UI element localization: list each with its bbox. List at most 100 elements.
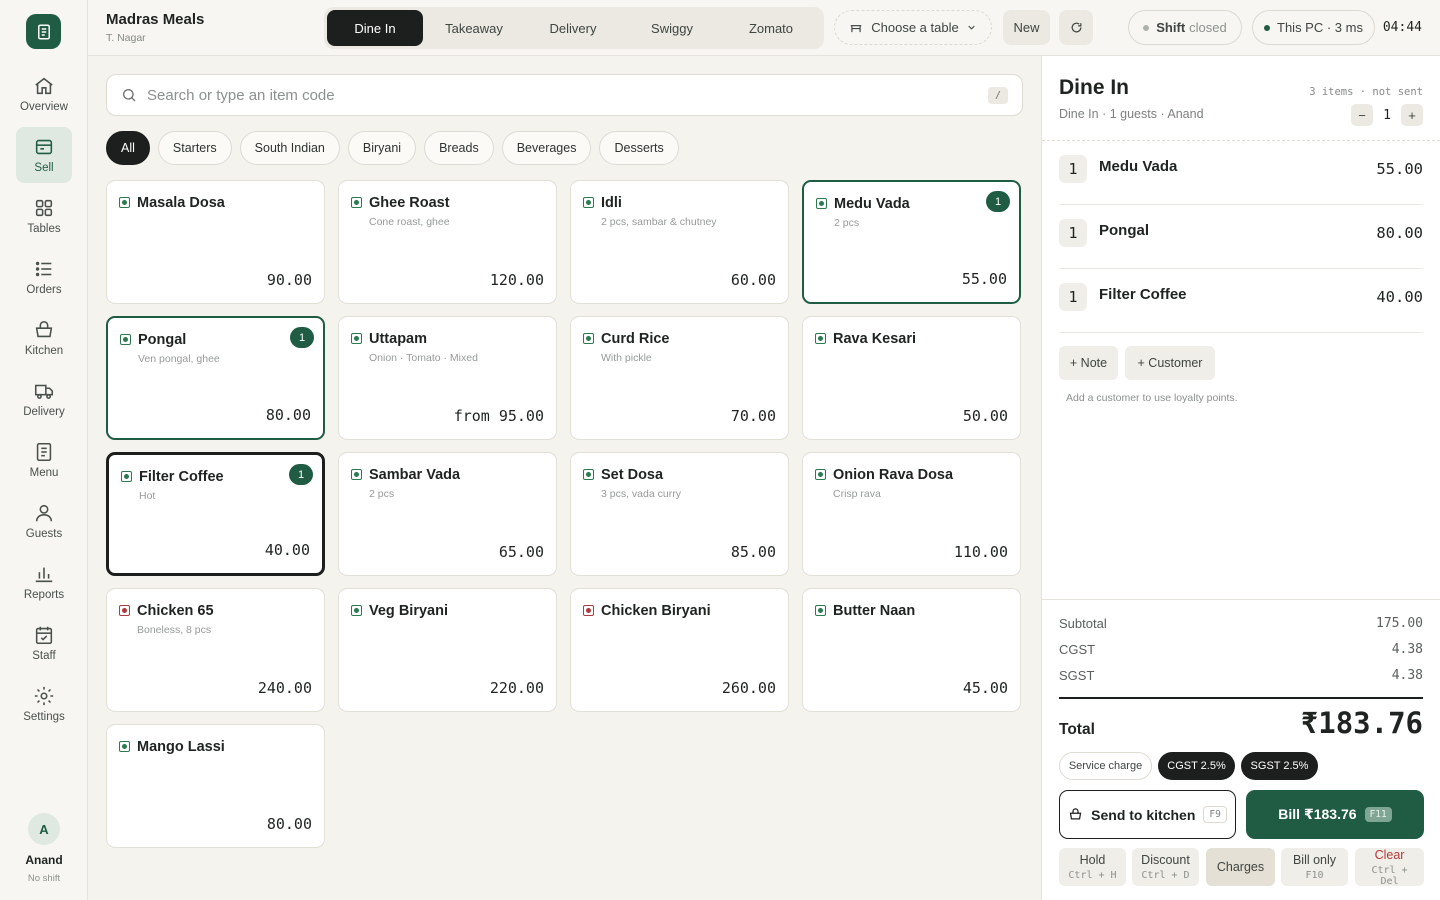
sidebar-nav: Overview Sell Tables Orders Kitchen Deli… bbox=[0, 66, 88, 737]
menu-item-card[interactable]: Pongal Ven pongal, ghee 1 80.00 bbox=[106, 316, 325, 440]
cgst-row: CGST 4.38 bbox=[1059, 642, 1423, 657]
choose-table-button[interactable]: Choose a table bbox=[834, 10, 992, 45]
cgst-toggle[interactable]: CGST 2.5% bbox=[1158, 752, 1235, 780]
shift-status-pill[interactable]: Shift closed bbox=[1128, 10, 1242, 45]
sgst-label: SGST bbox=[1059, 668, 1095, 683]
menu-item-card[interactable]: Mango Lassi 80.00 bbox=[106, 724, 325, 848]
guest-increment-button[interactable]: + bbox=[1401, 104, 1423, 126]
menu-item-card[interactable]: Onion Rava Dosa Crisp rava 110.00 bbox=[802, 452, 1021, 576]
menu-item-card[interactable]: Chicken Biryani 260.00 bbox=[570, 588, 789, 712]
veg-indicator-icon bbox=[351, 469, 362, 480]
tab-swiggy[interactable]: Swiggy bbox=[624, 10, 720, 46]
menu-item-card[interactable]: Rava Kesari 50.00 bbox=[802, 316, 1021, 440]
category-chip-south-indian[interactable]: South Indian bbox=[239, 131, 340, 165]
sidebar-item-kitchen[interactable]: Kitchen bbox=[16, 310, 72, 366]
new-order-button[interactable]: New bbox=[1003, 10, 1050, 45]
clear-button[interactable]: Clear Ctrl + Del bbox=[1355, 848, 1424, 887]
nonveg-indicator-icon bbox=[583, 605, 594, 616]
category-chip-breads[interactable]: Breads bbox=[424, 131, 494, 165]
avatar: A bbox=[28, 813, 60, 845]
menu-item-name: Filter Coffee bbox=[139, 469, 224, 485]
sidebar-item-tables[interactable]: Tables bbox=[16, 188, 72, 244]
sidebar-item-label: Orders bbox=[26, 284, 62, 296]
hold-button[interactable]: Hold Ctrl + H bbox=[1059, 848, 1126, 886]
device-status-pill[interactable]: This PC · 3 ms bbox=[1252, 10, 1375, 45]
menu-item-name: Pongal bbox=[138, 332, 187, 348]
menu-item-name: Medu Vada bbox=[834, 196, 910, 212]
service-charge-toggle[interactable]: Service charge bbox=[1059, 752, 1152, 780]
menu-item-price: from 95.00 bbox=[453, 407, 544, 425]
bill-only-button[interactable]: Bill only F10 bbox=[1281, 848, 1348, 886]
tab-zomato[interactable]: Zomato bbox=[723, 10, 819, 46]
menu-item-card[interactable]: Veg Biryani 220.00 bbox=[338, 588, 557, 712]
menu-item-card[interactable]: Butter Naan 45.00 bbox=[802, 588, 1021, 712]
sidebar-item-orders[interactable]: Orders bbox=[16, 249, 72, 305]
cart-quantity-badge: 1 bbox=[289, 464, 313, 485]
menu-item-card[interactable]: Uttapam Onion · Tomato · Mixed from 95.00 bbox=[338, 316, 557, 440]
charges-button[interactable]: Charges bbox=[1206, 848, 1275, 886]
send-to-kitchen-label: Send to kitchen bbox=[1091, 806, 1196, 823]
tab-dine-in[interactable]: Dine In bbox=[327, 10, 423, 46]
search-input[interactable] bbox=[147, 86, 988, 104]
nonveg-indicator-icon bbox=[119, 605, 130, 616]
category-chip-all[interactable]: All bbox=[106, 131, 150, 165]
order-line[interactable]: 1 Filter Coffee 40.00 bbox=[1059, 269, 1423, 333]
veg-indicator-icon bbox=[119, 197, 130, 208]
tab-takeaway[interactable]: Takeaway bbox=[426, 10, 522, 46]
menu-item-name: Idli bbox=[601, 195, 622, 211]
sidebar-item-menu[interactable]: Menu bbox=[16, 432, 72, 488]
refresh-button[interactable] bbox=[1059, 10, 1093, 45]
menu-item-card[interactable]: Medu Vada 2 pcs 1 55.00 bbox=[802, 180, 1021, 304]
sidebar-item-sell[interactable]: Sell bbox=[16, 127, 72, 183]
sidebar-item-label: Menu bbox=[29, 467, 59, 479]
tab-delivery[interactable]: Delivery bbox=[525, 10, 621, 46]
menu-item-card[interactable]: Masala Dosa 90.00 bbox=[106, 180, 325, 304]
order-line-qty[interactable]: 1 bbox=[1059, 155, 1087, 183]
menu-item-card[interactable]: Idli 2 pcs, sambar & chutney 60.00 bbox=[570, 180, 789, 304]
connection-dot bbox=[1264, 24, 1271, 31]
order-line-price: 80.00 bbox=[1376, 224, 1423, 242]
sidebar-item-label: Settings bbox=[23, 711, 65, 723]
sidebar-item-delivery[interactable]: Delivery bbox=[16, 371, 72, 427]
menu-item-card[interactable]: Sambar Vada 2 pcs 65.00 bbox=[338, 452, 557, 576]
menu-item-card[interactable]: Chicken 65 Boneless, 8 pcs 240.00 bbox=[106, 588, 325, 712]
bill-button[interactable]: Bill ₹183.76 F11 bbox=[1246, 790, 1424, 839]
sgst-toggle[interactable]: SGST 2.5% bbox=[1241, 752, 1318, 780]
order-line[interactable]: 1 Pongal 80.00 bbox=[1059, 205, 1423, 269]
veg-indicator-icon bbox=[815, 333, 826, 344]
order-line-qty[interactable]: 1 bbox=[1059, 219, 1087, 247]
person-icon bbox=[35, 504, 53, 522]
category-chip-starters[interactable]: Starters bbox=[157, 131, 232, 165]
search-bar[interactable]: / bbox=[106, 74, 1023, 116]
send-to-kitchen-button[interactable]: Send to kitchen F9 bbox=[1059, 790, 1236, 839]
user-profile[interactable]: A Anand No shift bbox=[0, 813, 88, 884]
category-chip-beverages[interactable]: Beverages bbox=[501, 131, 592, 165]
veg-indicator-icon bbox=[815, 469, 826, 480]
total-value: ₹183.76 bbox=[1300, 706, 1423, 740]
menu-item-card[interactable]: Set Dosa 3 pcs, vada curry 85.00 bbox=[570, 452, 789, 576]
category-chip-desserts[interactable]: Desserts bbox=[599, 131, 679, 165]
app-logo[interactable] bbox=[26, 14, 61, 49]
grid-icon bbox=[35, 199, 53, 217]
sidebar-item-staff[interactable]: Staff bbox=[16, 615, 72, 671]
order-line-qty[interactable]: 1 bbox=[1059, 283, 1087, 311]
sidebar-item-reports[interactable]: Reports bbox=[16, 554, 72, 610]
discount-button[interactable]: Discount Ctrl + D bbox=[1132, 848, 1199, 886]
basket-icon bbox=[35, 320, 53, 338]
menu-item-card[interactable]: Curd Rice With pickle 70.00 bbox=[570, 316, 789, 440]
loyalty-hint: Add a customer to use loyalty points. bbox=[1066, 392, 1238, 404]
menu-item-price: 80.00 bbox=[265, 406, 311, 424]
add-note-button[interactable]: + Note bbox=[1059, 346, 1118, 380]
add-customer-button[interactable]: + Customer bbox=[1125, 346, 1215, 380]
sidebar-item-guests[interactable]: Guests bbox=[16, 493, 72, 549]
sidebar-item-overview[interactable]: Overview bbox=[16, 66, 72, 122]
order-line[interactable]: 1 Medu Vada 55.00 bbox=[1059, 141, 1423, 205]
menu-item-card[interactable]: Ghee Roast Cone roast, ghee 120.00 bbox=[338, 180, 557, 304]
guest-decrement-button[interactable]: − bbox=[1351, 104, 1373, 126]
table-icon bbox=[851, 24, 862, 32]
menu-item-card[interactable]: Filter Coffee Hot 1 40.00 bbox=[106, 452, 325, 576]
shift-status-dot bbox=[1143, 24, 1150, 31]
bill-only-label: Bill only bbox=[1292, 853, 1337, 867]
sidebar-item-settings[interactable]: Settings bbox=[16, 676, 72, 732]
category-chip-biryani[interactable]: Biryani bbox=[347, 131, 417, 165]
